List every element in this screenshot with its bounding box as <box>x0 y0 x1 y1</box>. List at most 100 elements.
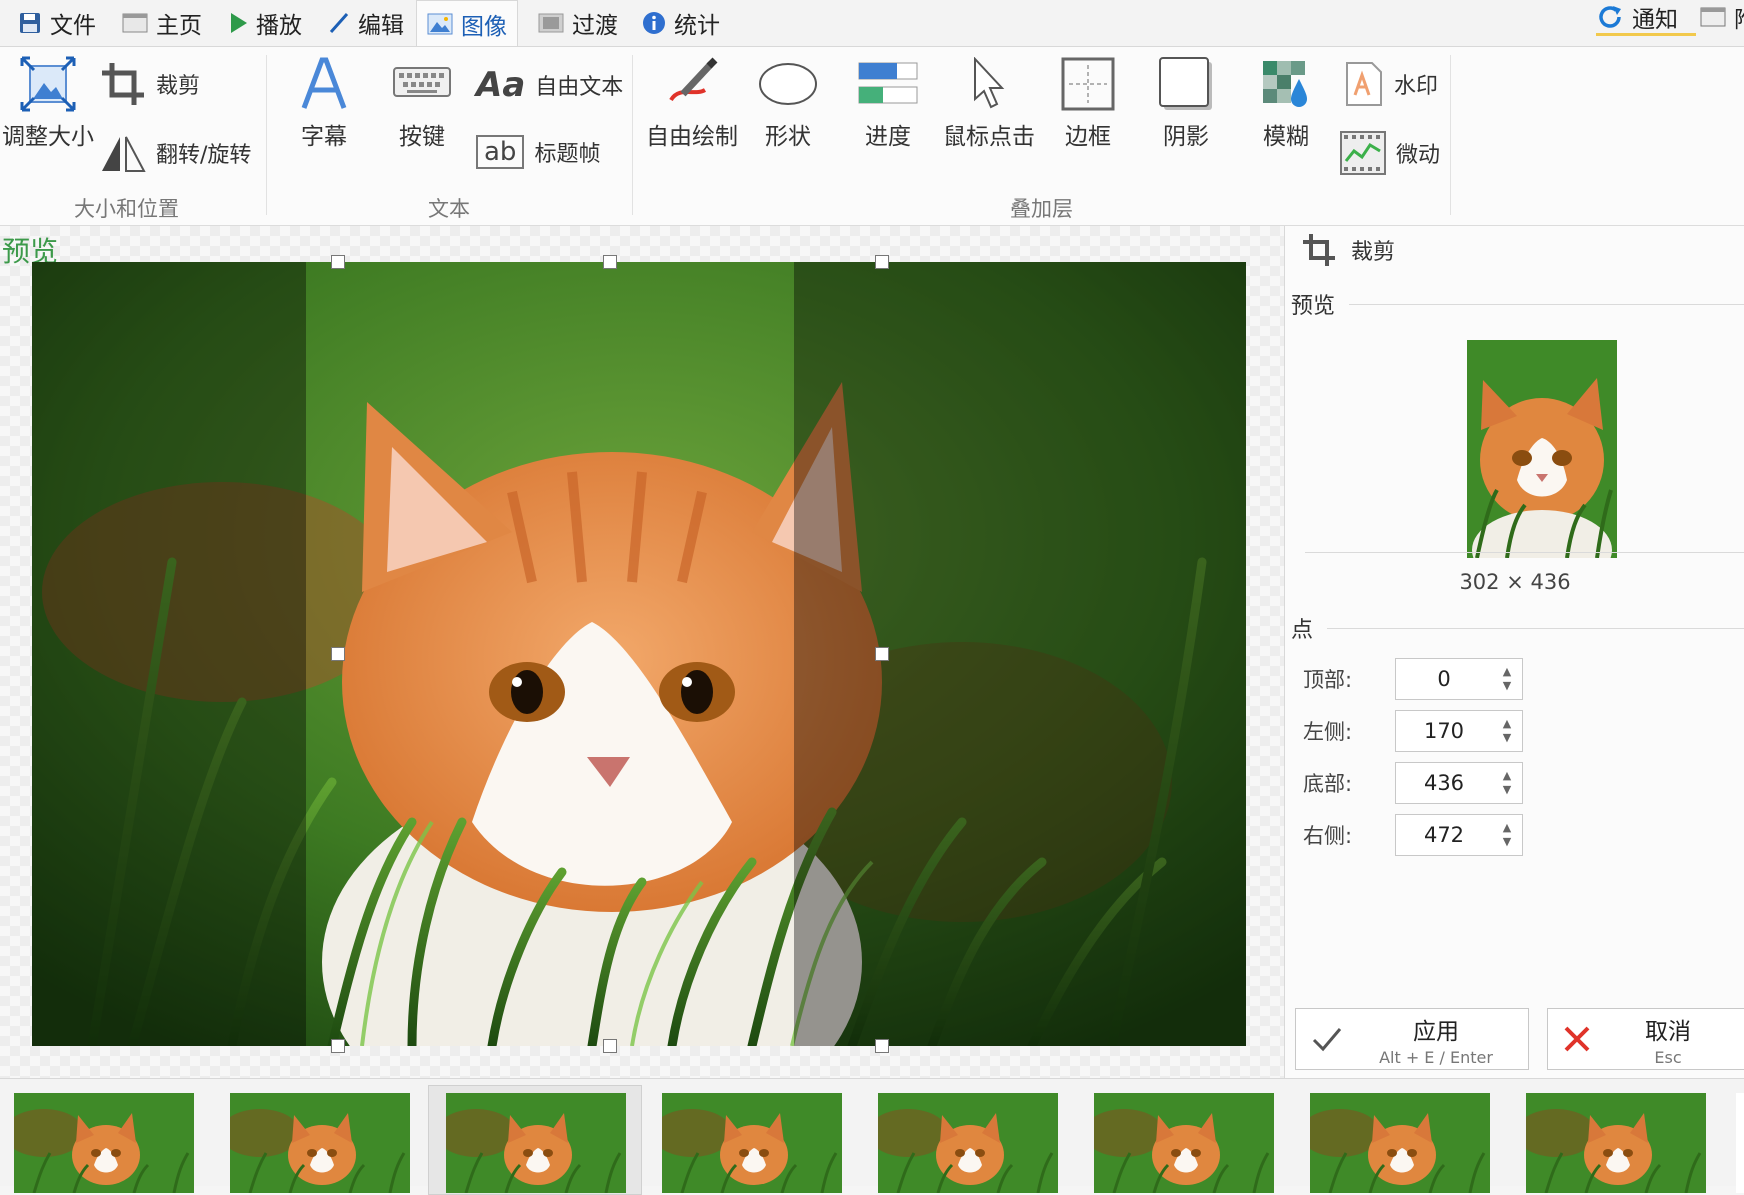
crop-preview-image <box>1467 340 1617 558</box>
free-draw-label: 自由绘制 <box>646 124 738 150</box>
filmstrip-frame[interactable] <box>230 1093 410 1193</box>
tab-image-label: 图像 <box>461 14 507 40</box>
stepper-down-icon[interactable]: ▼ <box>1503 783 1511 797</box>
filmstrip-edge <box>1736 1093 1744 1193</box>
preview-section-title: 预览 <box>1291 288 1744 320</box>
left-field-label: 左侧: <box>1303 720 1353 744</box>
free-text-button[interactable]: Aa 自由文本 <box>476 65 623 105</box>
top-field-stepper[interactable]: ▲ ▼ <box>1492 665 1522 693</box>
stepper-up-icon[interactable]: ▲ <box>1503 717 1511 731</box>
stepper-down-icon[interactable]: ▼ <box>1503 679 1511 693</box>
group-text-label: 文本 <box>428 197 470 221</box>
stepper-down-icon[interactable]: ▼ <box>1503 731 1511 745</box>
shadow-icon <box>1159 57 1212 110</box>
crop-icon <box>1303 234 1335 266</box>
shadow-button[interactable]: 阴影 <box>1144 51 1228 151</box>
tab-transition[interactable]: 过渡 <box>528 0 628 46</box>
pencil-icon <box>329 13 349 33</box>
filmstrip-frame[interactable] <box>878 1093 1058 1193</box>
crop-button[interactable]: 裁剪 <box>100 61 200 107</box>
progress-label: 进度 <box>865 124 911 150</box>
bottom-field-value: 436 <box>1423 771 1465 795</box>
watermark-icon <box>1346 62 1382 106</box>
filmstrip-frame[interactable] <box>662 1093 842 1193</box>
frame-filmstrip <box>0 1078 1744 1195</box>
filmstrip-frame[interactable] <box>1094 1093 1274 1193</box>
crop-handle-right[interactable] <box>875 647 889 661</box>
attach-button[interactable]: 附 <box>1690 0 1744 40</box>
free-text-icon: Aa <box>476 65 526 105</box>
flip-rotate-label: 翻转/旋转 <box>156 143 252 168</box>
tab-transition-label: 过渡 <box>572 13 618 39</box>
crop-dim-left <box>32 262 306 1046</box>
title-frame-label: 标题帧 <box>534 142 601 167</box>
crop-handle-bottom[interactable] <box>603 1039 617 1053</box>
stepper-up-icon[interactable]: ▲ <box>1503 821 1511 835</box>
cinemagraph-button[interactable]: 微动 <box>1340 131 1440 175</box>
tab-file[interactable]: 文件 <box>8 0 106 46</box>
stepper-up-icon[interactable]: ▲ <box>1503 665 1511 679</box>
filmstrip-frame[interactable] <box>14 1093 194 1193</box>
stepper-up-icon[interactable]: ▲ <box>1503 769 1511 783</box>
free-draw-button[interactable]: 自由绘制 <box>642 51 742 151</box>
frame-thumbnail <box>1094 1093 1274 1193</box>
top-field-input[interactable]: 0 ▲ ▼ <box>1395 658 1523 700</box>
left-field-input[interactable]: 170 ▲ ▼ <box>1395 710 1523 752</box>
flip-rotate-button[interactable]: 翻转/旋转 <box>100 133 251 173</box>
apply-button[interactable]: 应用 Alt + E / Enter <box>1295 1008 1529 1070</box>
crop-handle-top-left[interactable] <box>331 255 345 269</box>
bottom-field-stepper[interactable]: ▲ ▼ <box>1492 769 1522 797</box>
tab-image[interactable]: 图像 <box>416 0 518 47</box>
cancel-button[interactable]: 取消 Esc <box>1547 1008 1744 1070</box>
shape-button[interactable]: 形状 <box>746 51 830 151</box>
right-field-input[interactable]: 472 ▲ ▼ <box>1395 814 1523 856</box>
stepper-down-icon[interactable]: ▼ <box>1503 835 1511 849</box>
watermark-button[interactable]: 水印 <box>1344 61 1438 107</box>
frame-thumbnail <box>446 1093 626 1193</box>
progress-button[interactable]: 进度 <box>846 51 930 151</box>
border-button[interactable]: 边框 <box>1046 51 1130 151</box>
tab-playback[interactable]: 播放 <box>218 0 312 46</box>
caption-button[interactable]: 字幕 <box>282 51 366 151</box>
title-frame-icon: ab <box>476 135 525 169</box>
keys-button[interactable]: 按键 <box>380 51 464 151</box>
bottom-field-input[interactable]: 436 ▲ ▼ <box>1395 762 1523 804</box>
right-field-stepper[interactable]: ▲ ▼ <box>1492 821 1522 849</box>
mouse-click-button[interactable]: 鼠标点击 <box>934 51 1044 151</box>
title-frame-button[interactable]: ab 标题帧 <box>476 135 600 169</box>
tab-home[interactable]: 主页 <box>112 0 212 46</box>
tab-statistics[interactable]: 统计 <box>632 0 730 46</box>
caption-icon <box>301 57 347 109</box>
bottom-field-label: 底部: <box>1303 772 1353 796</box>
free-text-label: 自由文本 <box>535 75 624 100</box>
left-field-stepper[interactable]: ▲ ▼ <box>1492 717 1522 745</box>
right-field-label: 右侧: <box>1303 824 1353 848</box>
crop-handle-left[interactable] <box>331 647 345 661</box>
border-label: 边框 <box>1065 124 1111 150</box>
filmstrip-frame[interactable] <box>1310 1093 1490 1193</box>
crop-handle-top[interactable] <box>603 255 617 269</box>
crop-handle-bottom-right[interactable] <box>875 1039 889 1053</box>
filmstrip-frame[interactable] <box>446 1093 626 1193</box>
tab-home-label: 主页 <box>156 13 202 39</box>
shape-label: 形状 <box>765 124 811 150</box>
filmstrip-frame[interactable] <box>1526 1093 1706 1193</box>
ribbon-separator <box>632 55 633 215</box>
top-field-row: 顶部: 0 ▲ ▼ <box>1303 658 1523 700</box>
cinemagraph-icon <box>1340 131 1386 175</box>
resize-button[interactable]: 调整大小 <box>2 51 94 151</box>
points-section-label: 点 <box>1291 618 1314 643</box>
resize-label: 调整大小 <box>2 124 94 150</box>
tab-statistics-label: 统计 <box>674 13 720 39</box>
tab-edit[interactable]: 编辑 <box>318 0 414 46</box>
crop-handle-top-right[interactable] <box>875 255 889 269</box>
tab-playback-label: 播放 <box>256 13 302 39</box>
tab-edit-label: 编辑 <box>358 13 404 39</box>
crop-preview-thumbnail <box>1467 340 1617 558</box>
group-size-position-label: 大小和位置 <box>74 197 179 221</box>
crop-handle-bottom-left[interactable] <box>331 1039 345 1053</box>
blur-button[interactable]: 模糊 <box>1244 51 1328 151</box>
frame-thumbnail <box>662 1093 842 1193</box>
info-icon <box>643 12 665 34</box>
border-icon <box>1061 57 1115 111</box>
